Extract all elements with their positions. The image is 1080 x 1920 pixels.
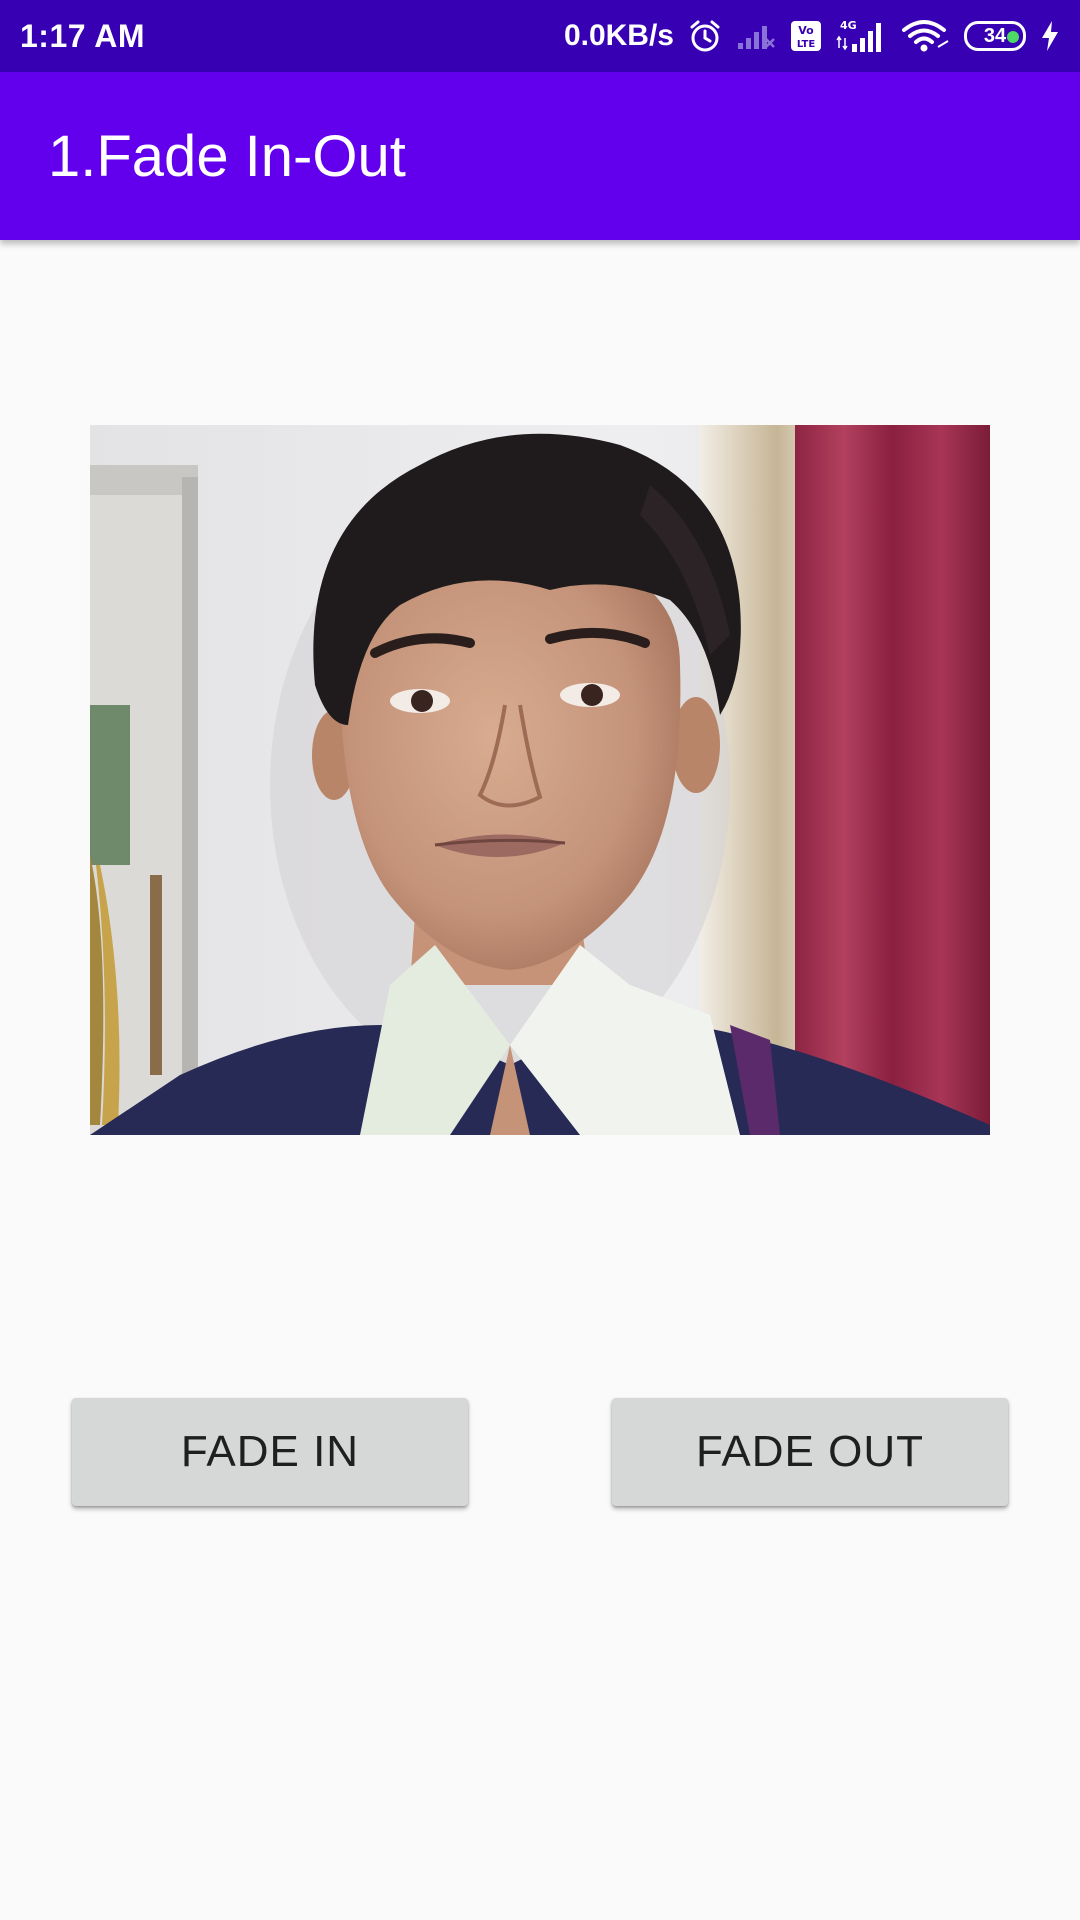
fade-in-button[interactable]: FADE IN [72,1398,468,1506]
svg-text:4G: 4G [840,19,857,32]
volte-icon: Vo LTE [790,20,822,52]
app-bar: 1.Fade In-Out [0,72,1080,240]
status-bar: 1:17 AM 0.0KB/s Vo LTE 4G 34 [0,0,1080,72]
alarm-icon [688,19,722,53]
portrait-image [90,425,990,1135]
svg-text:Vo: Vo [798,24,814,37]
status-time: 1:17 AM [20,17,146,54]
charging-icon [1040,20,1060,52]
cellular-signal-icon: 4G [836,18,888,54]
battery-dot [1007,31,1019,43]
network-speed: 0.0KB/s [563,19,674,52]
battery-level: 34 [983,24,1007,47]
signal-off-icon [736,21,776,51]
status-icons: 0.0KB/s Vo LTE 4G 34 [564,18,1060,54]
portrait-photo [90,425,990,1135]
svg-text:LTE: LTE [797,39,816,50]
page-title: 1.Fade In-Out [48,123,406,189]
battery-icon: 34 [964,21,1026,51]
fade-out-button[interactable]: FADE OUT [612,1398,1008,1506]
wifi-icon [902,19,950,53]
